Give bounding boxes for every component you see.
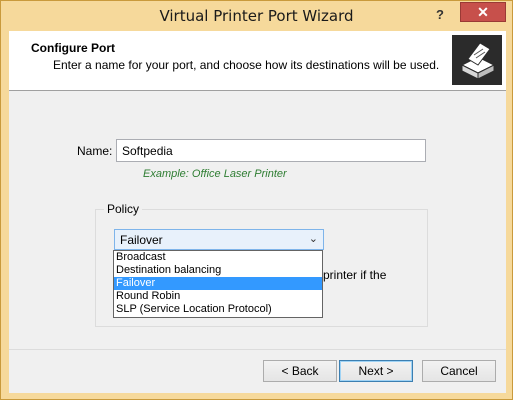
policy-option-broadcast[interactable]: Broadcast bbox=[114, 251, 322, 264]
wizard-window: Virtual Printer Port Wizard ? ✕ Configur… bbox=[0, 0, 513, 400]
policy-select[interactable]: Failover ⌄ bbox=[114, 229, 324, 250]
policy-legend: Policy bbox=[104, 202, 143, 216]
chevron-down-icon[interactable]: ⌄ bbox=[309, 232, 318, 245]
policy-option-failover[interactable]: Failover bbox=[114, 277, 322, 290]
wizard-body: Configure Port Enter a name for your por… bbox=[9, 31, 506, 393]
next-button[interactable]: Next > bbox=[339, 360, 413, 382]
policy-option-destination-balancing[interactable]: Destination balancing bbox=[114, 264, 322, 277]
footer-divider bbox=[9, 349, 506, 350]
close-button[interactable]: ✕ bbox=[460, 2, 506, 22]
policy-dropdown-list[interactable]: Broadcast Destination balancing Failover… bbox=[113, 250, 323, 318]
back-button[interactable]: < Back bbox=[263, 360, 337, 382]
help-button[interactable]: ? bbox=[429, 5, 451, 25]
policy-description-text: printer if the bbox=[323, 268, 387, 282]
policy-option-round-robin[interactable]: Round Robin bbox=[114, 290, 322, 303]
page-subtitle: Enter a name for your port, and choose h… bbox=[53, 58, 440, 72]
title-bar[interactable]: Virtual Printer Port Wizard ? ✕ bbox=[1, 1, 512, 31]
page-title: Configure Port bbox=[31, 41, 115, 55]
wizard-header: Configure Port Enter a name for your por… bbox=[9, 31, 506, 91]
name-label: Name: bbox=[77, 144, 113, 158]
policy-option-slp[interactable]: SLP (Service Location Protocol) bbox=[114, 303, 322, 316]
name-example-hint: Example: Office Laser Printer bbox=[143, 168, 287, 180]
port-name-input[interactable] bbox=[116, 139, 426, 162]
policy-selected-value: Failover bbox=[120, 233, 163, 247]
cancel-button[interactable]: Cancel bbox=[422, 360, 496, 382]
printer-icon bbox=[452, 35, 502, 85]
